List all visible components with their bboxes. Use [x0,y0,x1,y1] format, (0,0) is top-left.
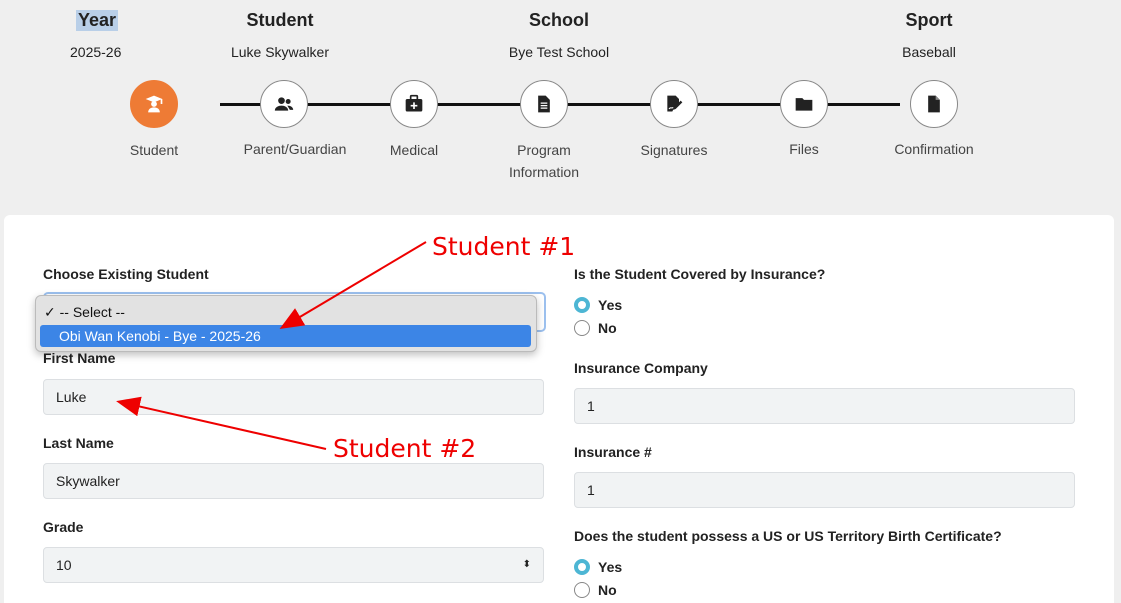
annotation-arrows [116,241,427,450]
annotation-arrow-2 [116,396,327,450]
annotation-student-1: Student #1 [432,232,576,261]
annotation-student-2: Student #2 [333,434,477,463]
annotation-arrow-1 [279,241,427,330]
